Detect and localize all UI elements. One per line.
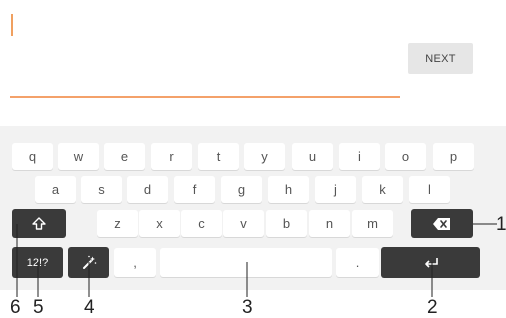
key-s[interactable]: s	[81, 176, 122, 203]
key-j[interactable]: j	[315, 176, 356, 203]
key-b[interactable]: b	[266, 210, 307, 237]
comma-key[interactable]: ,	[114, 248, 156, 277]
next-button[interactable]: NEXT	[408, 43, 473, 74]
enter-arrow-icon	[424, 257, 438, 268]
callout-5: 5	[33, 297, 44, 318]
key-k[interactable]: k	[362, 176, 403, 203]
key-q[interactable]: q	[12, 143, 53, 170]
key-y[interactable]: y	[244, 143, 285, 170]
key-c[interactable]: c	[181, 210, 222, 237]
key-a[interactable]: a	[35, 176, 76, 203]
key-t[interactable]: t	[198, 143, 239, 170]
callout-3: 3	[242, 297, 253, 318]
text-input-area[interactable]: NEXT	[0, 0, 506, 126]
symbols-key[interactable]: 12!?	[12, 247, 63, 278]
shift-key[interactable]	[12, 209, 66, 238]
callout-6: 6	[10, 297, 21, 318]
key-x[interactable]: x	[139, 210, 180, 237]
key-v[interactable]: v	[223, 210, 264, 237]
key-i[interactable]: i	[339, 143, 380, 170]
on-screen-keyboard: q w e r t y u i o p a s d f g h j k l z …	[0, 126, 506, 290]
key-l[interactable]: l	[409, 176, 450, 203]
input-underline	[10, 96, 400, 98]
key-r[interactable]: r	[151, 143, 192, 170]
period-key[interactable]: .	[336, 248, 379, 277]
shift-arrow-icon	[32, 216, 46, 230]
callout-1: 1	[496, 214, 506, 235]
backspace-icon	[433, 217, 450, 230]
key-o[interactable]: o	[385, 143, 426, 170]
key-u[interactable]: u	[292, 143, 333, 170]
callout-2: 2	[427, 297, 438, 318]
key-m[interactable]: m	[352, 210, 393, 237]
space-key[interactable]	[160, 248, 332, 277]
key-p[interactable]: p	[433, 143, 474, 170]
enter-key[interactable]	[381, 247, 480, 278]
key-e[interactable]: e	[104, 143, 145, 170]
key-f[interactable]: f	[174, 176, 215, 203]
input-tools-key[interactable]	[68, 247, 109, 278]
key-d[interactable]: d	[127, 176, 168, 203]
backspace-key[interactable]	[411, 209, 473, 238]
key-w[interactable]: w	[58, 143, 99, 170]
magic-wand-icon	[82, 255, 96, 269]
key-h[interactable]: h	[268, 176, 309, 203]
key-n[interactable]: n	[309, 210, 350, 237]
key-z[interactable]: z	[97, 210, 138, 237]
callout-4: 4	[84, 297, 95, 318]
key-g[interactable]: g	[221, 176, 262, 203]
text-cursor	[11, 14, 13, 36]
